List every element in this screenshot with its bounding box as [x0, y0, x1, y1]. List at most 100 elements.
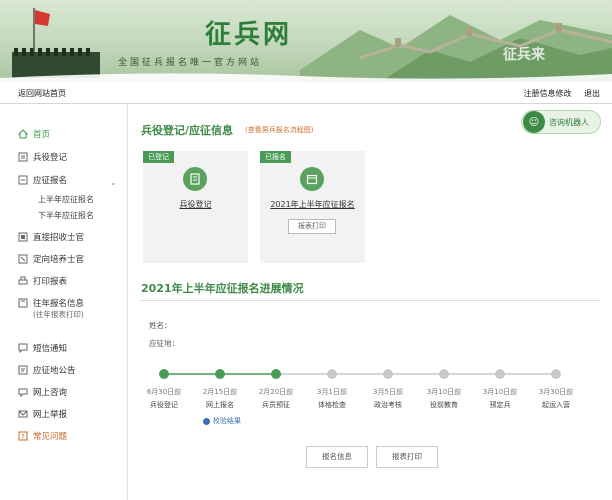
- site-banner: 征兵网 全国征兵报名唯一官方网站 征兵来: [0, 0, 612, 82]
- progress-title: 2021年上半年应征报名进展情况: [141, 282, 304, 295]
- sidebar-item-label: 直接招收士官: [33, 233, 85, 243]
- timeline-step-date: 2月20日前: [259, 387, 293, 396]
- sidebar-item-register[interactable]: 兵役登记: [18, 151, 67, 163]
- check-result-label: 校验结果: [213, 417, 241, 425]
- report-print-button[interactable]: 报表打印: [376, 446, 438, 468]
- account-links: 注册信息修改 退出: [513, 88, 600, 99]
- timeline-step-dot: [551, 369, 561, 379]
- sidebar-item-targeted[interactable]: 定向培养士官: [18, 253, 84, 265]
- card-register-link[interactable]: 兵役登记: [143, 199, 248, 210]
- timeline-step-label: 兵役登记: [150, 400, 178, 409]
- question-icon: ?: [18, 431, 28, 441]
- sidebar-item-first-half[interactable]: 上半年应征报名: [38, 194, 94, 205]
- enlist-place-label: 应征地：: [149, 339, 179, 348]
- sidebar-item-sms[interactable]: 短信通知: [18, 342, 67, 354]
- timeline-step-dot: [439, 369, 449, 379]
- info-icon: [203, 417, 210, 425]
- back-to-home-link[interactable]: 返回网站首页: [18, 88, 66, 99]
- top-bar: 返回网站首页 注册信息修改 退出: [0, 82, 612, 104]
- timeline-step-dot: [495, 369, 505, 379]
- progress-timeline: 6月30日前兵役登记 2月15日前网上报名 2月20日前兵员预征 3月1日前体格检查 3…: [147, 369, 573, 409]
- notice-icon: [18, 365, 28, 375]
- logout-link[interactable]: 退出: [584, 89, 600, 98]
- sidebar-item-label: 网上举报: [33, 410, 68, 420]
- status-badge: 已报名: [260, 151, 291, 163]
- timeline-step-date: 6月30日前: [147, 387, 181, 396]
- timeline-step-date: 3月1日前: [317, 387, 347, 396]
- timeline-step-dot: [327, 369, 337, 379]
- robot-icon: ☺: [523, 111, 545, 133]
- sidebar-item-direct[interactable]: 直接招收士官: [18, 231, 84, 243]
- message-icon: [18, 343, 28, 353]
- robot-label: 咨询机器人: [549, 117, 589, 127]
- check-result-link[interactable]: 校验结果: [203, 416, 241, 426]
- site-logo-title: 征兵网: [205, 20, 293, 50]
- sidebar-item-consult[interactable]: 网上咨询: [18, 386, 67, 398]
- document-icon: [183, 167, 207, 191]
- timeline-step-dot: [215, 369, 225, 379]
- flow-chart-link[interactable]: (查看男兵报名流程图): [245, 125, 313, 135]
- robot-consult-button[interactable]: ☺ 咨询机器人: [521, 110, 601, 134]
- timeline-step-label: 兵员预征: [262, 400, 290, 409]
- printer-icon: [18, 276, 28, 285]
- sidebar-item-home[interactable]: 首页: [18, 128, 50, 140]
- timeline-step-dot: [271, 369, 281, 379]
- sidebar-item-label: 应征地公告: [33, 366, 76, 376]
- card-print-button[interactable]: 报表打印: [288, 219, 336, 234]
- chevron-down-icon[interactable]: ⌄: [110, 178, 117, 187]
- sidebar-history-sub: (往年报表打印): [33, 310, 84, 319]
- banner-scenery: [0, 8, 612, 82]
- timeline-step-label: 役前教育: [430, 400, 458, 409]
- sidebar-item-second-half[interactable]: 下半年应征报名: [38, 210, 94, 221]
- sidebar-item-report[interactable]: 网上举报: [18, 408, 67, 420]
- history-icon: [18, 298, 28, 308]
- timeline-step-label: 预定兵: [490, 400, 511, 409]
- timeline-step-label: 体格检查: [318, 400, 346, 409]
- main-content: 兵役登记/应征信息 (查看男兵报名流程图) ☺ 咨询机器人 已登记 兵役登记 已…: [129, 104, 612, 500]
- timeline-step-label: 网上报名: [206, 400, 234, 409]
- timeline-step-date: 3月30日前: [539, 387, 573, 396]
- sidebar-item-label: 兵役登记: [33, 153, 68, 163]
- sidebar-item-notice[interactable]: 应征地公告: [18, 364, 76, 376]
- modify-registration-link[interactable]: 注册信息修改: [523, 89, 571, 98]
- home-icon: [18, 129, 28, 139]
- card-register: 已登记 兵役登记: [143, 151, 248, 263]
- timeline-step-date: 3月5日前: [373, 387, 403, 396]
- registration-info-button[interactable]: 报名信息: [306, 446, 368, 468]
- timeline-step-dot: [159, 369, 169, 379]
- timeline-step-label: 政治考核: [374, 400, 402, 409]
- sidebar-item-label: 定向培养士官: [33, 255, 85, 265]
- divider: [141, 300, 601, 301]
- sidebar-nav: 首页 兵役登记 应征报名 ⌄ 上半年应征报名 下半年应征报名 直接招收士官 定向…: [0, 104, 128, 500]
- status-badge: 已登记: [143, 151, 174, 163]
- direct-icon: [18, 232, 28, 242]
- sidebar-item-enlist[interactable]: 应征报名: [18, 174, 67, 186]
- enlist-icon: [18, 175, 28, 185]
- section-title: 兵役登记/应征信息: [141, 124, 234, 137]
- sidebar-item-label: 短信通知: [33, 344, 68, 354]
- sidebar-item-label: 往年报名信息: [33, 299, 85, 309]
- timeline-step-date: 3月10日前: [427, 387, 461, 396]
- sidebar-item-faq[interactable]: ? 常见问题: [18, 430, 67, 442]
- mail-icon: [18, 410, 28, 418]
- calendar-icon: [300, 167, 324, 191]
- targeted-icon: [18, 254, 28, 264]
- card-enlist-link[interactable]: 2021年上半年应征报名: [260, 199, 365, 210]
- timeline-step-date: 3月10日前: [483, 387, 517, 396]
- sidebar-item-label: 常见问题: [33, 432, 68, 442]
- site-logo-subtitle: 全国征兵报名唯一官方网站: [118, 58, 263, 68]
- register-icon: [18, 152, 28, 162]
- sidebar-item-label: 网上咨询: [33, 388, 68, 398]
- chat-icon: [18, 388, 28, 397]
- timeline-step-label: 起运入营: [542, 400, 570, 409]
- timeline-step-dot: [383, 369, 393, 379]
- sidebar-item-history[interactable]: 往年报名信息: [18, 297, 84, 309]
- timeline-step-date: 2月15日前: [203, 387, 237, 396]
- sidebar-item-label: 首页: [33, 130, 51, 140]
- sidebar-item-label: 打印报表: [33, 277, 68, 287]
- card-enlist: 已报名 2021年上半年应征报名 报表打印: [260, 151, 365, 263]
- svg-text:?: ?: [21, 433, 25, 441]
- sidebar-item-print[interactable]: 打印报表: [18, 275, 67, 287]
- banner-watermark: 征兵来: [503, 47, 545, 63]
- sidebar-item-label: 应征报名: [33, 176, 68, 186]
